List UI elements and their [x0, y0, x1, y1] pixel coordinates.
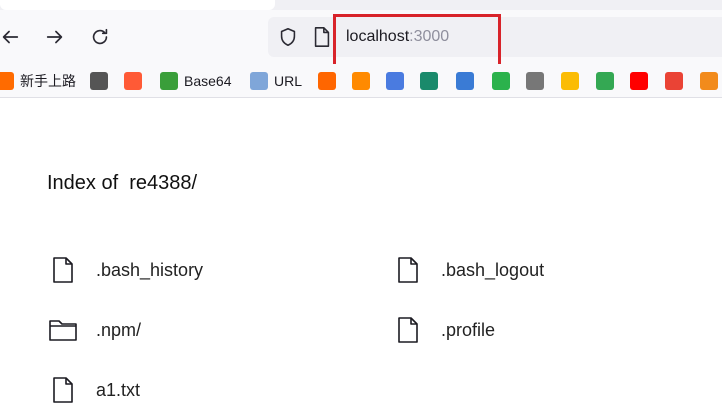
mail-icon [526, 72, 544, 90]
bookmark-label: URL [274, 73, 303, 89]
leaf-icon [420, 72, 438, 90]
directory-listing: Index of re4388/ .bash_history .bash_log… [0, 98, 722, 416]
page-icon[interactable] [312, 26, 332, 48]
bookmark-item[interactable] [665, 70, 683, 92]
tab-strip [0, 0, 722, 10]
photos-icon [561, 72, 579, 90]
base64-icon [160, 72, 178, 90]
list-item[interactable]: .profile [393, 315, 495, 345]
entry-name: .bash_history [96, 259, 204, 280]
bookmark-label: Base64 [184, 73, 232, 89]
back-button[interactable] [0, 24, 23, 50]
youtube-icon [630, 72, 648, 90]
bookmark-item[interactable] [386, 70, 404, 92]
forward-button[interactable] [42, 24, 68, 50]
bookmark-item[interactable] [596, 70, 614, 92]
list-item[interactable]: a1.txt [48, 375, 140, 405]
entry-name: a1.txt [96, 379, 141, 400]
globe-icon [90, 72, 108, 90]
list-item[interactable]: .npm/ [48, 315, 141, 345]
puzzle-icon [456, 72, 474, 90]
bookmark-item[interactable]: URL [250, 70, 302, 92]
bookmark-item[interactable] [124, 70, 142, 92]
bookmark-item[interactable] [318, 70, 336, 92]
active-tab[interactable] [0, 0, 275, 10]
arrow-right-icon [46, 30, 63, 44]
gmail-icon [665, 72, 683, 90]
bookmark-item[interactable] [352, 70, 370, 92]
file-icon [53, 257, 73, 283]
bookmarks-bar: 新手上路 Base64 URL [0, 64, 722, 98]
list-item[interactable]: .bash_logout [393, 255, 544, 285]
reload-button[interactable] [87, 24, 113, 50]
file-icon [398, 257, 418, 283]
bookmark-item[interactable]: 新手上路 [0, 70, 76, 92]
bolt-icon [124, 72, 142, 90]
bookmark-item[interactable] [526, 70, 544, 92]
clock-icon [352, 72, 370, 90]
y-icon [318, 72, 336, 90]
reload-icon [92, 28, 108, 45]
entry-name: .profile [441, 319, 496, 340]
maps-icon [596, 72, 614, 90]
bookmark-item[interactable] [456, 70, 474, 92]
bookmark-item[interactable] [90, 70, 108, 92]
bookmark-item[interactable] [561, 70, 579, 92]
entry-name: .bash_logout [441, 259, 545, 280]
box-icon [700, 72, 718, 90]
entry-name: .npm/ [96, 319, 142, 340]
bookmark-label: 新手上路 [20, 73, 76, 89]
translate-icon [386, 72, 404, 90]
feedly-icon [492, 72, 510, 90]
arrow-left-icon [2, 30, 19, 44]
shield-icon[interactable] [277, 26, 299, 48]
folder-icon [49, 320, 77, 341]
bookmark-item[interactable] [492, 70, 510, 92]
list-item[interactable]: .bash_history [48, 255, 203, 285]
bookmark-item[interactable] [700, 70, 718, 92]
bookmark-item[interactable]: Base64 [160, 70, 231, 92]
bookmark-item[interactable] [630, 70, 648, 92]
bookmark-item[interactable] [420, 70, 438, 92]
url-icon [250, 72, 268, 90]
file-icon [398, 317, 418, 343]
file-icon [53, 377, 73, 403]
url-highlight-box [333, 14, 501, 69]
app-icon [0, 72, 14, 90]
page-title: Index of re4388/ [47, 172, 198, 194]
